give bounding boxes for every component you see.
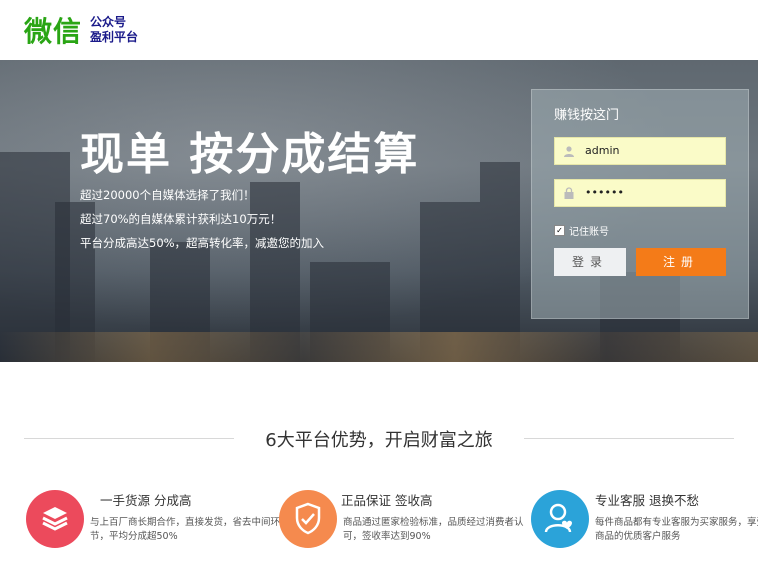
register-button[interactable]: 注册 <box>636 248 726 276</box>
layers-icon <box>26 490 84 548</box>
logo-text: 微信 <box>24 15 83 48</box>
feature-1-desc: 与上百厂商长期合作，直接发货，省去中间环节，平均分成超50% <box>90 517 281 542</box>
password-value: •••••• <box>585 186 624 199</box>
logo-sub-line-2: 盈利平台 <box>90 30 139 44</box>
shield-icon <box>279 490 337 548</box>
section-title: 6大平台优势，开启财富之旅 <box>0 426 758 452</box>
feature-3-desc: 每件商品都有专业客服为买家服务，享受名人商品的优质客户服务 <box>595 517 758 542</box>
feature-3-title: 专业客服 退换不愁 <box>595 493 699 508</box>
logo[interactable]: 微信 公众号 盈利平台 <box>24 10 138 50</box>
section-title-text: 6大平台优势，开启财富之旅 <box>251 430 507 451</box>
logo-subtitle: 公众号 盈利平台 <box>90 15 138 45</box>
login-title: 赚钱按这门 <box>554 108 620 123</box>
username-value: admin <box>585 144 620 157</box>
hero-line-1: 超过20000个自媒体选择了我们！ <box>80 188 255 202</box>
city-lights <box>0 332 758 362</box>
hero-line-3: 平台分成高达50%，超高转化率，减邀您的加入 <box>80 236 325 250</box>
feature-1-title: 一手货源 分成高 <box>100 493 192 508</box>
hero-line-2: 超过70%的自媒体累计获利达10万元！ <box>80 212 282 226</box>
password-field[interactable]: •••••• <box>554 179 726 207</box>
logo-sub-line-1: 公众号 <box>90 15 127 29</box>
feature-2-title: 正品保证 签收高 <box>341 493 433 508</box>
remember-me[interactable]: ✓ 记住账号 <box>554 223 609 238</box>
user-icon <box>564 146 574 157</box>
hero-title: 现单 按分成结算 <box>80 129 420 180</box>
username-field[interactable]: admin <box>554 137 726 165</box>
feature-2-desc: 商品通过匿家检验标准，品质经过消费者认可，签收率达到90% <box>343 517 524 542</box>
top-header: 微信 公众号 盈利平台 <box>0 0 758 60</box>
hero-banner: 现单 按分成结算 超过20000个自媒体选择了我们！ 超过70%的自媒体累计获利… <box>0 60 758 362</box>
lock-icon <box>564 187 574 199</box>
login-button[interactable]: 登录 <box>554 248 626 276</box>
user-heart-icon <box>531 490 589 548</box>
remember-label: 记住账号 <box>569 227 609 238</box>
login-panel: 赚钱按这门 admin •••••• ✓ 记住账号 登录 注册 <box>531 89 749 319</box>
remember-checkbox[interactable]: ✓ <box>554 225 565 236</box>
